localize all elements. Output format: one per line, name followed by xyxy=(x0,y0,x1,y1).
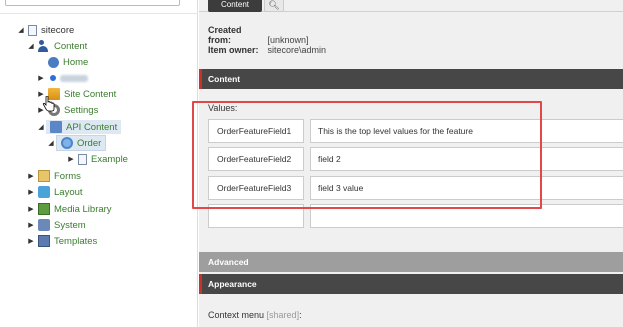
section-header-appearance[interactable]: Appearance xyxy=(199,274,623,294)
tree-item-label: Example xyxy=(91,153,128,165)
content-tree-pane: ◢ sitecore ◢ Content Home ▶ ▶ Site Conte… xyxy=(0,0,198,327)
tree-item-label: Site Content xyxy=(64,88,117,100)
collapse-arrow-icon[interactable]: ◢ xyxy=(16,26,26,34)
tree-item-label: Content xyxy=(54,40,88,52)
item-owner-value: sitecore\admin xyxy=(267,45,327,55)
tree-search-input[interactable] xyxy=(5,0,180,6)
tree-item-label: Media Library xyxy=(54,203,112,215)
tree-item-media-library[interactable]: ▶ Media Library xyxy=(26,201,112,217)
shared-tag: [shared] xyxy=(266,310,300,320)
editor-tab-bar: Content 🔍︎ xyxy=(199,0,623,12)
section-header-advanced[interactable]: Advanced xyxy=(199,252,623,272)
document-icon xyxy=(78,153,87,165)
created-from-label: Created from: xyxy=(208,25,242,45)
expand-arrow-icon[interactable]: ▶ xyxy=(26,237,36,245)
collapse-arrow-icon[interactable]: ◢ xyxy=(46,139,56,147)
tree-item-content[interactable]: ◢ Content xyxy=(26,38,87,54)
api-content-icon xyxy=(50,121,62,133)
item-owner-label: Item owner: xyxy=(208,45,259,55)
tree-item-order[interactable]: ◢ Order xyxy=(46,135,107,151)
tree-item-label: Home xyxy=(63,56,89,68)
tree-item-blurred[interactable]: ▶ xyxy=(36,70,88,86)
tree-item-label: Templates xyxy=(54,235,98,247)
system-icon xyxy=(38,219,50,231)
content-people-icon xyxy=(38,40,50,52)
label-colon: : xyxy=(299,310,302,320)
expand-arrow-icon[interactable]: ▶ xyxy=(36,74,46,82)
layout-icon xyxy=(38,186,50,198)
tree-item-forms[interactable]: ▶ Forms xyxy=(26,168,81,184)
forms-icon xyxy=(38,170,50,182)
templates-icon xyxy=(38,235,50,247)
document-icon xyxy=(28,24,37,36)
section-header-content[interactable]: Content xyxy=(199,69,623,89)
collapse-arrow-icon[interactable]: ◢ xyxy=(26,42,36,50)
obscured-label xyxy=(60,74,88,82)
tab-content[interactable]: Content xyxy=(208,0,262,12)
tree-item-label: API Content xyxy=(66,121,118,133)
created-from-value: [unknown] xyxy=(267,35,309,45)
expand-arrow-icon[interactable]: ▶ xyxy=(26,188,36,196)
hand-cursor-icon xyxy=(42,96,55,112)
search-icon: 🔍︎ xyxy=(268,0,280,10)
tree-item-api-content[interactable]: ◢ API Content xyxy=(36,119,122,135)
expand-arrow-icon[interactable]: ▶ xyxy=(26,172,36,180)
expand-arrow-icon[interactable]: ▶ xyxy=(66,155,76,163)
expand-arrow-icon[interactable]: ▶ xyxy=(26,205,36,213)
context-menu-label: Context menu xyxy=(208,310,265,320)
tree-item-sitecore[interactable]: ◢ sitecore xyxy=(16,22,74,38)
tree-item-label: Order xyxy=(77,137,102,149)
bullet-icon xyxy=(50,75,56,81)
created-from-row: Created from: [unknown] xyxy=(208,25,309,45)
tree-item-label: Forms xyxy=(54,170,81,182)
collapse-arrow-icon[interactable]: ◢ xyxy=(36,123,46,131)
tree-item-label: Layout xyxy=(54,186,83,198)
search-tab[interactable]: 🔍︎ xyxy=(264,0,284,12)
tree-divider xyxy=(0,13,198,14)
media-library-icon xyxy=(38,203,50,215)
tree-item-templates[interactable]: ▶ Templates xyxy=(26,233,97,249)
tree-item-label: sitecore xyxy=(41,24,75,36)
order-item-icon xyxy=(61,137,73,149)
tree-item-example[interactable]: ▶ Example xyxy=(66,151,128,167)
tree-item-home[interactable]: Home xyxy=(46,54,88,70)
tree-item-label: Settings xyxy=(64,104,99,116)
item-owner-row: Item owner: sitecore\admin xyxy=(208,45,326,55)
tree-item-system[interactable]: ▶ System xyxy=(26,217,86,233)
tree-item-layout[interactable]: ▶ Layout xyxy=(26,184,83,200)
tree-item-label: System xyxy=(54,219,86,231)
context-menu-field-label: Context menu [shared]: xyxy=(208,310,302,320)
annotation-highlight-box xyxy=(192,101,542,209)
home-globe-icon xyxy=(48,56,59,68)
expand-arrow-icon[interactable]: ▶ xyxy=(26,221,36,229)
